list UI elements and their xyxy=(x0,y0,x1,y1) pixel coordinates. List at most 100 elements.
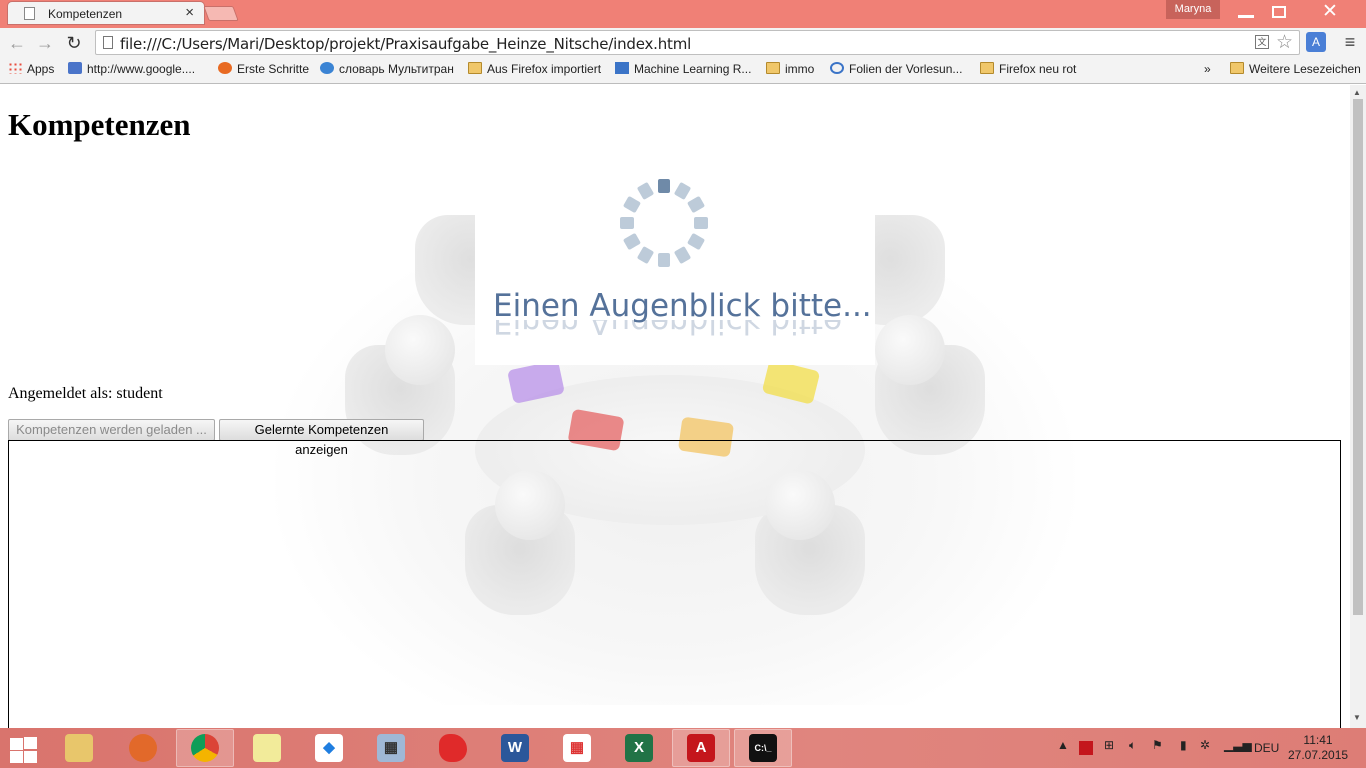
folder-icon xyxy=(980,62,994,74)
apps-grid-icon: ▦ xyxy=(563,734,591,762)
tab-title: Kompetenzen xyxy=(48,7,123,21)
translate-icon[interactable]: 文 xyxy=(1255,35,1269,49)
bookmark-label: Folien der Vorlesun... xyxy=(849,62,963,76)
windows-tray-icon[interactable]: ⊞ xyxy=(1104,738,1114,752)
flag-icon[interactable]: ⚑ xyxy=(1152,738,1163,752)
google-icon xyxy=(68,62,82,74)
bookmark-label: http://www.google.... xyxy=(87,62,196,76)
folder-icon xyxy=(766,62,780,74)
page-icon xyxy=(24,7,35,20)
windows-logo-icon xyxy=(10,738,23,750)
globe-icon xyxy=(830,62,844,74)
address-bar[interactable]: file:///C:/Users/Mari/Desktop/projekt/Pr… xyxy=(95,30,1300,55)
browser-title-bar: Kompetenzen × Maryna ✕ xyxy=(0,0,1366,28)
ifi-icon xyxy=(615,62,629,74)
loading-message-reflection: Einen Augenblick bitte... xyxy=(493,320,872,340)
windows-logo-icon xyxy=(24,751,37,763)
profile-badge[interactable]: Maryna xyxy=(1166,0,1220,19)
close-window-button[interactable]: ✕ xyxy=(1316,2,1344,22)
bookmark-label: словарь Мультитран xyxy=(339,62,454,76)
terminal-icon: C:\_ xyxy=(749,734,777,762)
taskbar-firefox[interactable] xyxy=(114,729,172,767)
bookmark-star-icon[interactable]: ☆ xyxy=(1276,31,1293,54)
vertical-scrollbar[interactable]: ▲ ▼ xyxy=(1350,85,1366,728)
menu-icon[interactable]: ≡ xyxy=(1340,32,1360,52)
bookmark-folder-immo[interactable]: immo xyxy=(766,62,814,80)
page-viewport: Einen Augenblick bitte... Einen Augenbli… xyxy=(0,85,1350,728)
page-title: Kompetenzen xyxy=(8,107,191,142)
taskbar-dropbox[interactable]: ◆ xyxy=(300,729,358,767)
taskbar-apps-grid[interactable]: ▦ xyxy=(548,729,606,767)
sync-icon[interactable]: ✲ xyxy=(1200,738,1210,752)
network-icon[interactable]: ▁▃▅ xyxy=(1224,738,1252,752)
calculator-icon: ▦ xyxy=(377,734,405,762)
bookmark-folien[interactable]: Folien der Vorlesun... xyxy=(830,62,962,80)
bookmark-folder-firefox-neu-rot[interactable]: Firefox neu rot xyxy=(980,62,1076,80)
firefox-icon xyxy=(218,62,232,74)
acrobat-tray-icon[interactable] xyxy=(1079,741,1093,755)
load-competences-button[interactable]: Kompetenzen werden geladen ... xyxy=(8,419,215,441)
bookmark-label: Aus Firefox importiert xyxy=(487,62,602,76)
show-learned-competences-button[interactable]: Gelernte Kompetenzen anzeigen xyxy=(219,419,424,457)
clock-date: 27.07.2015 xyxy=(1288,748,1349,762)
reload-button[interactable]: ↻ xyxy=(62,31,86,55)
bookmark-google[interactable]: http://www.google.... xyxy=(68,62,195,80)
start-button[interactable] xyxy=(8,736,38,763)
bookmark-folder-other[interactable]: Weitere Lesezeichen xyxy=(1230,62,1361,80)
bookmark-label: Weitere Lesezeichen xyxy=(1249,62,1361,76)
new-tab-button[interactable] xyxy=(203,6,239,21)
pdf-icon: A xyxy=(687,734,715,762)
clock-time: 11:41 xyxy=(1303,733,1333,747)
figure-shape xyxy=(385,315,455,385)
folder-icon xyxy=(468,62,482,74)
folder-icon xyxy=(65,734,93,762)
folder-icon xyxy=(1230,62,1244,74)
windows-logo-icon xyxy=(10,751,23,763)
taskbar-acrobat[interactable]: A xyxy=(672,729,730,767)
battery-icon[interactable]: ▮ xyxy=(1180,738,1187,752)
loading-spinner-icon xyxy=(620,179,708,267)
bookmark-multitran[interactable]: словарь Мультитран xyxy=(320,62,454,80)
minimize-icon xyxy=(1238,15,1254,18)
taskbar-sticky-notes[interactable] xyxy=(238,729,296,767)
translate-extension-icon[interactable]: A xyxy=(1306,32,1326,52)
bookmarks-overflow-button[interactable]: » xyxy=(1204,62,1211,80)
bookmark-label: Firefox neu rot xyxy=(999,62,1077,76)
loading-overlay: Einen Augenblick bitte... Einen Augenbli… xyxy=(475,170,875,365)
tray-expand-icon[interactable]: ▲ xyxy=(1057,738,1069,752)
windows-taskbar: ◆ ▦ W ▦ X A C:\_ ▲ ⊞ 🔈︎ ⚑ ▮ ✲ ▁▃▅ DEU 11… xyxy=(0,728,1366,768)
scroll-up-icon[interactable]: ▲ xyxy=(1353,88,1361,97)
close-tab-icon[interactable]: × xyxy=(185,4,194,21)
minimize-button[interactable] xyxy=(1232,2,1260,22)
bookmark-apps[interactable]: Apps xyxy=(8,62,54,80)
bookmark-machine-learning[interactable]: Machine Learning R... xyxy=(615,62,751,80)
sticky-notes-icon xyxy=(253,734,281,762)
scroll-down-icon[interactable]: ▼ xyxy=(1353,713,1361,722)
volume-icon[interactable]: 🔈︎ xyxy=(1129,738,1136,753)
scroll-thumb[interactable] xyxy=(1353,99,1363,615)
taskbar-command-prompt[interactable]: C:\_ xyxy=(734,729,792,767)
taskbar-word[interactable]: W xyxy=(486,729,544,767)
restore-icon xyxy=(1272,6,1286,18)
loading-message: Einen Augenblick bitte... xyxy=(493,288,872,324)
bookmark-erste-schritte[interactable]: Erste Schritte xyxy=(218,62,309,80)
forward-button[interactable]: → xyxy=(33,31,57,55)
taskbar-chrome[interactable] xyxy=(176,729,234,767)
taskbar-explorer[interactable] xyxy=(50,729,108,767)
maximize-button[interactable] xyxy=(1266,2,1294,22)
taskbar-excel[interactable]: X xyxy=(610,729,668,767)
multitran-icon xyxy=(320,62,334,74)
bookmark-folder-firefox-import[interactable]: Aus Firefox importiert xyxy=(468,62,601,80)
firefox-icon xyxy=(129,734,157,762)
url-text[interactable]: file:///C:/Users/Mari/Desktop/projekt/Pr… xyxy=(120,35,691,53)
clock[interactable]: 11:41 27.07.2015 xyxy=(1288,733,1348,763)
language-indicator[interactable]: DEU xyxy=(1254,741,1279,755)
bookmark-label: immo xyxy=(785,62,815,76)
dropbox-icon: ◆ xyxy=(315,734,343,762)
taskbar-calculator[interactable]: ▦ xyxy=(362,729,420,767)
browser-tab[interactable]: Kompetenzen × xyxy=(8,2,204,24)
word-icon: W xyxy=(501,734,529,762)
back-button[interactable]: ← xyxy=(5,31,29,55)
taskbar-paint-app[interactable] xyxy=(424,729,482,767)
figure-shape xyxy=(875,315,945,385)
